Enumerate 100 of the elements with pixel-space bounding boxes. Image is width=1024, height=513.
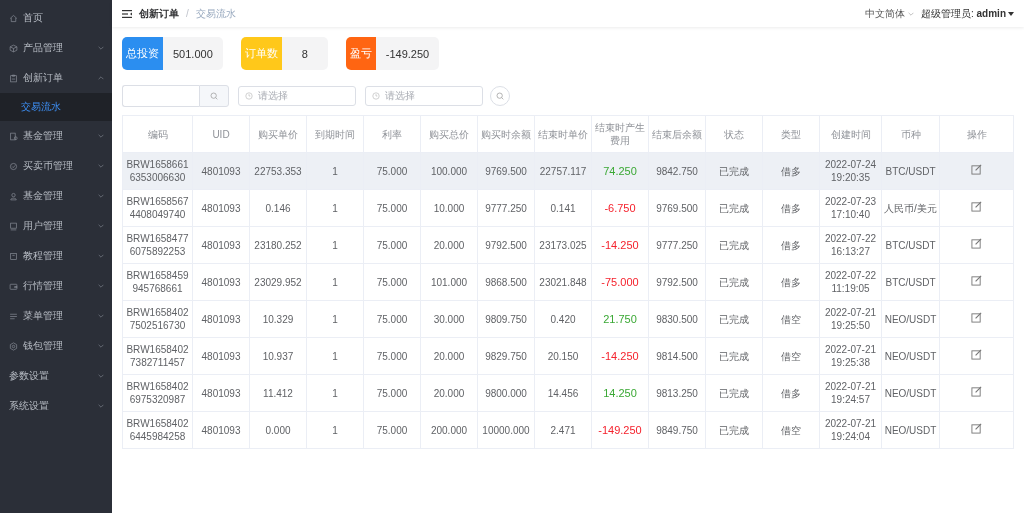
sidebar-item[interactable]: 基金管理 [0,121,112,151]
edit-icon[interactable] [971,201,982,212]
sidebar-item[interactable]: 钱包管理 [0,331,112,361]
table-cell: BTC/USDT [881,263,940,301]
user-menu[interactable]: 超级管理员: admin [921,6,1006,21]
table-cell: 2022-07-21 19:24:57 [819,374,882,412]
wallet-icon [9,281,18,291]
sidebar-item[interactable]: 买卖币管理 [0,151,112,181]
search-icon [496,92,504,100]
table-cell: 4801093 [192,189,250,227]
sidebar-item[interactable]: 行情管理 [0,271,112,301]
sidebar-item[interactable]: 首页 [0,3,112,33]
clock-icon [372,92,380,100]
menu-label: 用户管理 [23,219,64,233]
table-cell: BRW1658459945768661 [122,263,193,301]
table-cell: 借空 [762,411,820,449]
table-cell: 10000.000 [477,411,535,449]
table-cell: 75.000 [363,337,421,375]
sidebar-item[interactable]: 参数设置 [0,361,112,391]
edit-icon[interactable] [971,238,982,249]
edit-icon[interactable] [971,164,982,175]
table-cell: -75.000 [601,275,639,288]
submenu-item[interactable]: 交易流水 [0,93,112,121]
column-header: 购买总价 [420,115,478,153]
table-cell: 2022-07-24 19:20:35 [819,152,882,190]
stat-value: -149.250 [384,46,431,62]
table-cell: 已完成 [705,300,763,338]
table-cell: 4801093 [192,337,250,375]
table-cell: 20.000 [420,226,478,264]
column-header: 到期时间 [306,115,364,153]
table-cell: 9769.500 [477,152,535,190]
menu-label: 教程管理 [23,249,64,263]
gear-icon [9,341,18,351]
table-cell: 21.750 [603,312,637,325]
table-cell: NEO/USDT [881,374,940,412]
table-cell: 22753.353 [249,152,307,190]
table-cell: BRW16586616353006630 [122,152,193,190]
table-cell: 4801093 [192,374,250,412]
table-cell: 200.000 [420,411,478,449]
cube-icon [9,43,18,53]
table-cell: 75.000 [363,189,421,227]
table-cell: 75.000 [363,226,421,264]
table-cell: 已完成 [705,337,763,375]
table-cell: 9849.750 [648,411,706,449]
column-header: 创建时间 [819,115,882,153]
stat-value: 501.000 [172,46,214,62]
table-cell: BRW16584027502516730 [122,300,193,338]
menu-label: 首页 [23,11,44,25]
table-cell: 100.000 [420,152,478,190]
sidebar-item[interactable]: 基金管理 [0,181,112,211]
table-cell: 11.412 [249,374,307,412]
table-cell: 75.000 [363,411,421,449]
table-cell: BRW16584776075892253 [122,226,193,264]
edit-icon[interactable] [971,275,982,286]
table-cell: 9777.250 [648,226,706,264]
sidebar-item[interactable]: 创新订单 [0,63,112,93]
book-icon [9,251,18,261]
stat-label: 总投资 [122,37,163,70]
table-cell: 借多 [762,374,820,412]
table-cell: 75.000 [363,374,421,412]
menu-icon[interactable] [122,9,132,18]
sidebar-item[interactable]: 菜单管理 [0,301,112,331]
table-cell: -14.250 [601,349,639,362]
table-cell: 已完成 [705,226,763,264]
sidebar-item[interactable]: 系统设置 [0,391,112,421]
stat-label: 订单数 [240,37,282,70]
language-selector[interactable]: 中文简体 [865,6,905,21]
sidebar-item[interactable]: 用户管理 [0,211,112,241]
table-cell: 14.250 [603,386,637,399]
table-cell: 75.000 [363,152,421,190]
sidebar-item[interactable]: 教程管理 [0,241,112,271]
table-cell: 23021.848 [534,263,592,301]
table-cell: 2022-07-22 11:19:05 [819,263,882,301]
table-cell: BRW16584026975320987 [122,374,193,412]
table-cell: 10.329 [249,300,307,338]
menu-label: 创新订单 [23,71,64,85]
table-cell: 9813.250 [648,374,706,412]
breadcrumb-item[interactable]: 创新订单 [139,6,179,21]
table-cell: 9842.750 [648,152,706,190]
table-cell: BRW16585674408049740 [122,189,193,227]
menu-label: 参数设置 [9,369,50,383]
table-cell: 2022-07-23 17:10:40 [819,189,882,227]
edit-icon[interactable] [971,386,982,397]
column-header: 编码 [122,115,193,153]
edit-icon[interactable] [971,312,982,323]
edit-icon[interactable] [971,349,982,360]
table-cell: 借多 [762,263,820,301]
home-icon [9,13,18,23]
user-icon [9,191,18,201]
sidebar-item[interactable]: 产品管理 [0,33,112,63]
table-cell: 1 [306,226,364,264]
search-field[interactable] [122,85,199,107]
table-cell: 9800.000 [477,374,535,412]
column-header: 状态 [705,115,763,153]
table-cell: NEO/USDT [881,300,940,338]
edit-icon[interactable] [971,423,982,434]
table-cell: 借空 [762,300,820,338]
check-circle-icon [9,161,18,171]
table-cell: 1 [306,189,364,227]
table-cell: 1 [306,374,364,412]
